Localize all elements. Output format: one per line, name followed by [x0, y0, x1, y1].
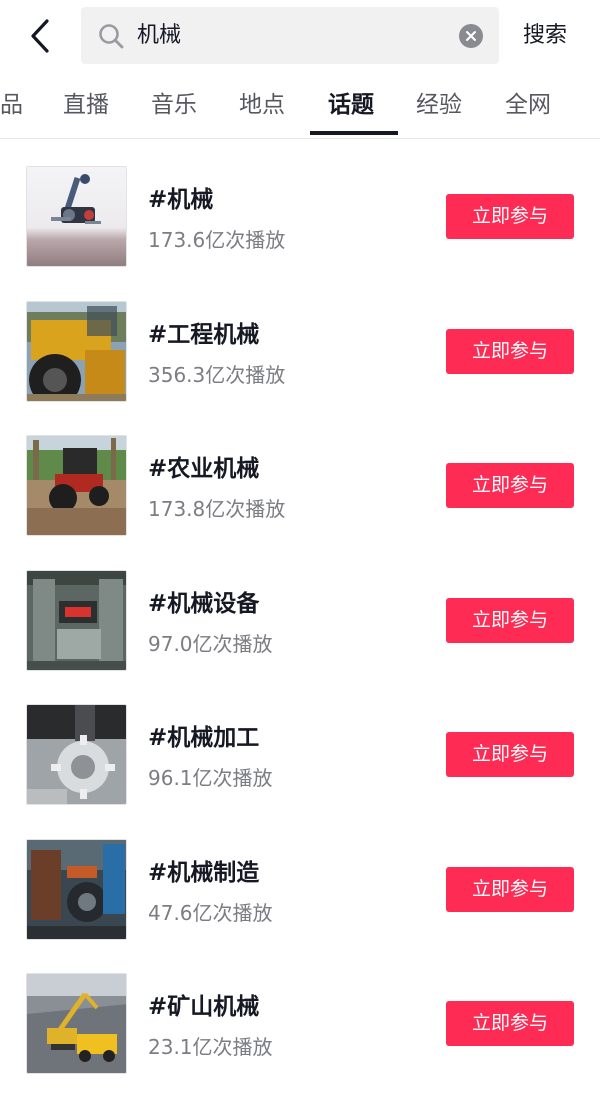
search-header: 搜索 — [0, 0, 600, 72]
topic-title[interactable]: #工程机械 — [148, 315, 259, 349]
search-submit-button[interactable]: 搜索 — [523, 0, 567, 72]
join-topic-button[interactable]: 立即参与 — [446, 866, 574, 912]
tab-music[interactable]: 音乐 — [151, 72, 197, 138]
topic-thumbnail[interactable] — [26, 569, 127, 671]
topic-title[interactable]: #机械加工 — [148, 718, 259, 752]
topic-row[interactable]: #机械制造 47.6亿次播放 立即参与 — [0, 813, 600, 948]
topic-view-count: 47.6亿次播放 — [148, 900, 273, 925]
clear-icon — [466, 31, 476, 41]
join-topic-button[interactable]: 立即参与 — [446, 194, 574, 239]
tab-web[interactable]: 全网 — [505, 72, 551, 138]
topic-view-count: 173.8亿次播放 — [148, 497, 286, 521]
search-box[interactable] — [81, 7, 499, 64]
topic-view-count: 96.1亿次播放 — [148, 766, 273, 790]
tab-places[interactable]: 地点 — [239, 72, 285, 138]
topic-title[interactable]: #机械 — [148, 180, 213, 214]
active-tab-indicator — [310, 131, 398, 135]
topic-row[interactable]: #农业机械 173.8亿次播放 立即参与 — [0, 409, 600, 544]
search-input[interactable] — [137, 7, 437, 64]
topic-thumbnail[interactable] — [26, 166, 127, 267]
topic-row[interactable]: #工程机械 356.3亿次播放 立即参与 — [0, 275, 600, 410]
tab-topics[interactable]: 话题 — [328, 72, 374, 138]
topic-row[interactable]: #机械 173.6亿次播放 立即参与 — [0, 140, 600, 275]
back-button[interactable] — [22, 18, 58, 54]
topic-view-count: 173.6亿次播放 — [148, 228, 286, 252]
topic-title[interactable]: #机械设备 — [148, 584, 259, 618]
tab-experience[interactable]: 经验 — [416, 72, 462, 138]
tab-live[interactable]: 直播 — [63, 72, 109, 138]
topic-title[interactable]: #机械制造 — [148, 853, 259, 887]
join-topic-button[interactable]: 立即参与 — [446, 597, 574, 643]
topic-view-count: 356.3亿次播放 — [148, 362, 286, 387]
join-topic-button[interactable]: 立即参与 — [446, 328, 574, 374]
topic-thumbnail[interactable] — [26, 704, 127, 805]
search-tabs: 品 直播 音乐 地点 话题 经验 全网 — [0, 72, 600, 139]
chevron-left-icon — [31, 19, 49, 53]
topic-thumbnail[interactable] — [26, 300, 127, 402]
topic-row[interactable]: #机械设备 97.0亿次播放 立即参与 — [0, 544, 600, 679]
join-topic-button[interactable]: 立即参与 — [446, 463, 574, 508]
join-topic-button[interactable]: 立即参与 — [446, 732, 574, 777]
topic-title[interactable]: #矿山机械 — [148, 987, 259, 1021]
topic-thumbnail[interactable] — [26, 838, 127, 940]
topic-list: #机械 173.6亿次播放 立即参与 #工程机械 356.3亿次播放 立即参与 — [0, 140, 600, 1082]
topic-thumbnail[interactable] — [26, 973, 127, 1074]
topic-view-count: 23.1亿次播放 — [148, 1035, 273, 1059]
join-topic-button[interactable]: 立即参与 — [446, 1001, 574, 1046]
tab-products[interactable]: 品 — [0, 72, 23, 138]
topic-title[interactable]: #农业机械 — [148, 449, 259, 483]
topic-thumbnail[interactable] — [26, 435, 127, 536]
topic-row[interactable]: #矿山机械 23.1亿次播放 立即参与 — [0, 947, 600, 1082]
topic-view-count: 97.0亿次播放 — [148, 631, 273, 656]
search-icon — [99, 24, 124, 49]
clear-search-button[interactable] — [459, 24, 483, 48]
topic-row[interactable]: #机械加工 96.1亿次播放 立即参与 — [0, 678, 600, 813]
